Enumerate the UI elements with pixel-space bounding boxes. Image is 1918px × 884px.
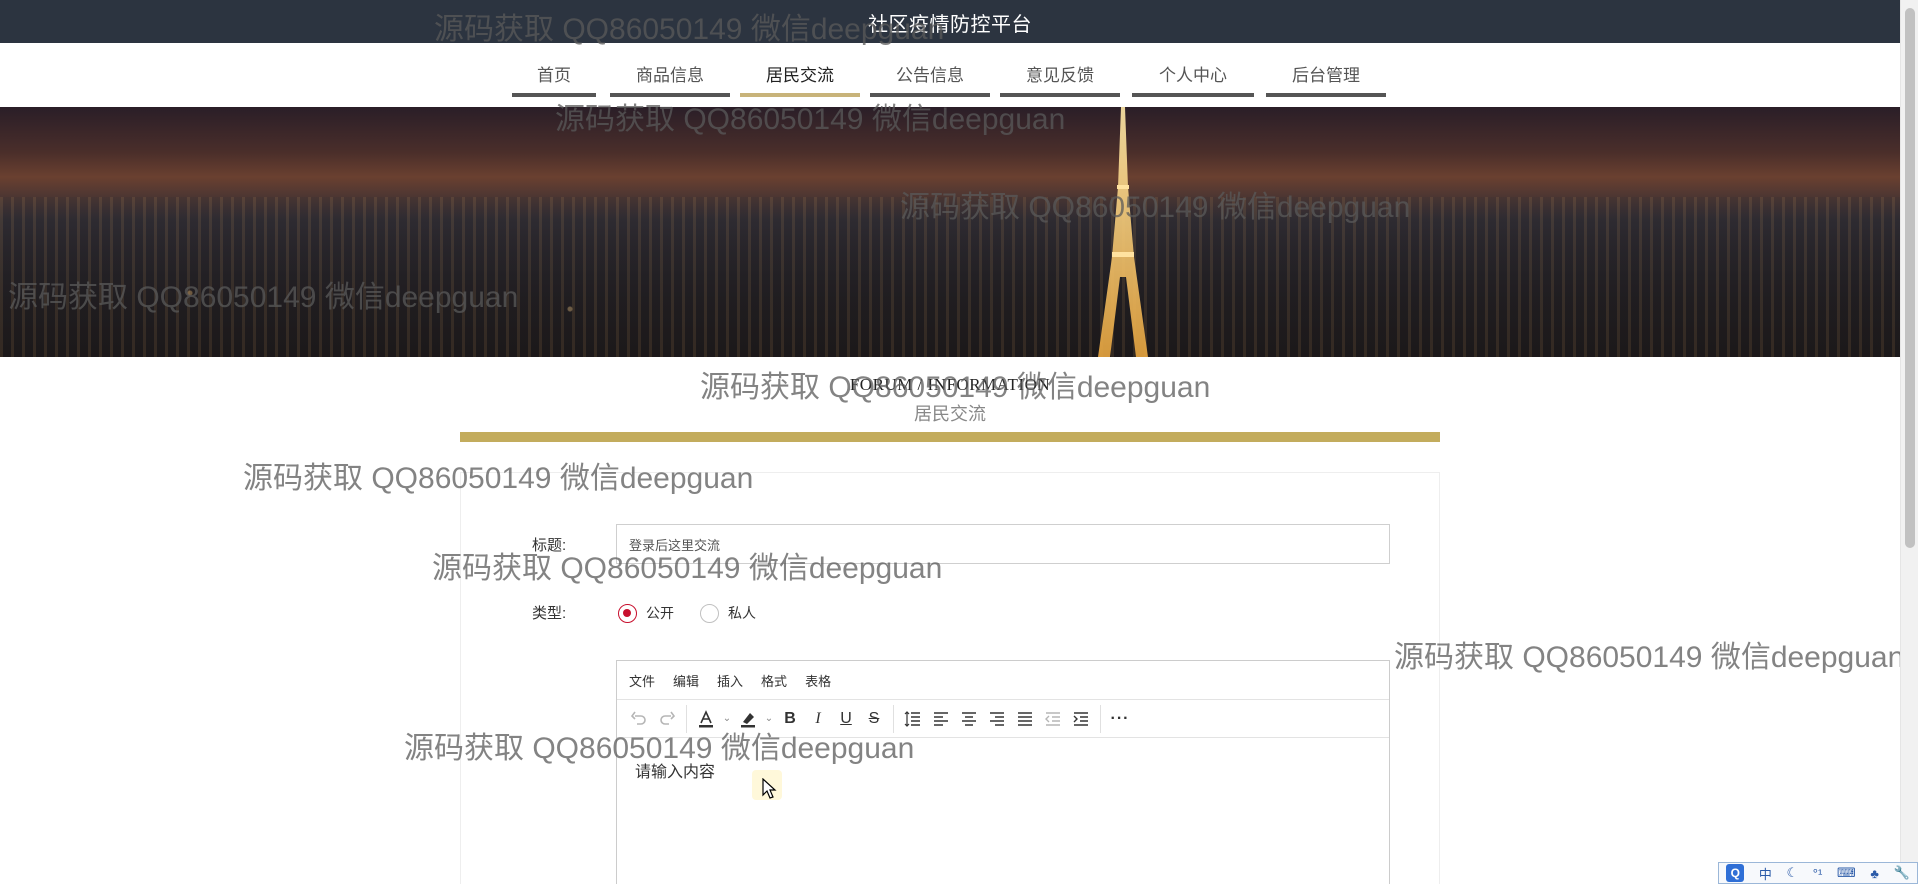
nav-item-profile[interactable]: 个人中心 [1132, 57, 1254, 97]
line-height-icon[interactable] [899, 705, 927, 733]
skin-icon[interactable]: ♣ [1870, 866, 1879, 881]
page-scrollbar[interactable] [1900, 0, 1918, 884]
nav-underline [512, 93, 596, 97]
align-justify-icon[interactable] [1011, 705, 1039, 733]
nav-underline [610, 93, 730, 97]
toolbar-separator [1100, 704, 1101, 733]
highlight-color-icon[interactable] [734, 705, 762, 733]
underline-icon[interactable]: U [832, 705, 860, 733]
editor-content[interactable]: 请输入内容 [617, 738, 1389, 802]
nav-label: 首页 [537, 66, 571, 85]
punctuation-icon[interactable]: °¹ [1813, 866, 1823, 881]
type-label: 类型: [532, 605, 567, 622]
nav-underline [870, 93, 990, 97]
banner-image [0, 107, 1900, 357]
banner-city-lights [0, 197, 1900, 357]
nav-label: 居民交流 [766, 66, 834, 85]
radio-label: 公开 [646, 605, 674, 621]
ime-toolbar[interactable]: Q 中 ☾ °¹ ⌨ ♣ 🔧 [1718, 862, 1918, 884]
radio-public[interactable]: 公开 [618, 603, 674, 623]
keyboard-icon[interactable]: ⌨ [1837, 865, 1856, 881]
ime-logo-icon[interactable]: Q [1726, 864, 1745, 882]
nav-underline [1132, 93, 1254, 97]
chevron-down-icon[interactable]: ⌄ [720, 713, 734, 724]
menu-file[interactable]: 文件 [629, 671, 655, 690]
nav-item-products[interactable]: 商品信息 [610, 57, 730, 97]
indent-icon[interactable] [1067, 705, 1095, 733]
nav-label: 个人中心 [1159, 66, 1227, 85]
title-label: 标题: [532, 537, 567, 554]
title-input-placeholder: 登录后这里交流 [629, 537, 721, 553]
chevron-down-icon[interactable]: ⌄ [762, 713, 776, 724]
italic-icon[interactable]: I [804, 705, 832, 733]
more-icon[interactable]: ··· [1106, 705, 1134, 733]
bold-icon[interactable]: B [776, 705, 804, 733]
moon-icon[interactable]: ☾ [1787, 865, 1799, 881]
mouse-cursor-icon [762, 778, 777, 799]
radio-circle [700, 603, 719, 623]
menu-edit[interactable]: 编辑 [673, 671, 699, 690]
menu-table[interactable]: 表格 [805, 671, 831, 690]
nav-item-home[interactable]: 首页 [512, 57, 596, 97]
watermark: 源码获取 QQ86050149 微信deepguan [1394, 641, 1905, 674]
radio-label: 私人 [728, 605, 756, 621]
nav-item-announcements[interactable]: 公告信息 [870, 57, 990, 97]
nav-label: 意见反馈 [1026, 66, 1094, 85]
site-title: 社区疫情防控平台 [868, 14, 1032, 36]
ime-language[interactable]: 中 [1759, 864, 1772, 883]
rich-text-editor: 文件 编辑 插入 格式 表格 ⌄ ⌄ B I U S ··· 请输入内容 [616, 660, 1390, 884]
nav-item-admin[interactable]: 后台管理 [1266, 57, 1386, 97]
nav-item-forum[interactable]: 居民交流 [740, 57, 860, 97]
section-title-cn: 居民交流 [914, 404, 986, 424]
nav-label: 后台管理 [1292, 66, 1360, 85]
tower-illustration [1098, 107, 1148, 357]
toolbar-separator [686, 704, 687, 733]
toolbar-separator [893, 704, 894, 733]
editor-toolbar: ⌄ ⌄ B I U S ··· [617, 700, 1389, 738]
menu-format[interactable]: 格式 [761, 671, 787, 690]
nav-label: 商品信息 [636, 66, 704, 85]
section-title-en: FORUM / INFORMATION [849, 375, 1051, 394]
radio-private[interactable]: 私人 [700, 603, 756, 623]
nav-item-feedback[interactable]: 意见反馈 [1000, 57, 1120, 97]
nav-label: 公告信息 [896, 66, 964, 85]
wrench-icon[interactable]: 🔧 [1893, 865, 1909, 881]
redo-icon[interactable] [653, 705, 681, 733]
undo-icon[interactable] [625, 705, 653, 733]
text-color-icon[interactable] [692, 705, 720, 733]
menu-insert[interactable]: 插入 [717, 671, 743, 690]
top-bar: 社区疫情防控平台 [0, 0, 1900, 43]
main-nav: 首页 商品信息 居民交流 公告信息 意见反馈 个人中心 后台管理 [0, 43, 1900, 107]
editor-placeholder: 请输入内容 [635, 764, 716, 781]
outdent-icon[interactable] [1039, 705, 1067, 733]
align-right-icon[interactable] [983, 705, 1011, 733]
nav-underline [740, 93, 860, 97]
align-left-icon[interactable] [927, 705, 955, 733]
strikethrough-icon[interactable]: S [860, 705, 888, 733]
radio-circle [618, 603, 637, 623]
editor-menubar: 文件 编辑 插入 格式 表格 [617, 661, 1389, 700]
scroll-thumb[interactable] [1905, 8, 1915, 548]
align-center-icon[interactable] [955, 705, 983, 733]
nav-underline [1266, 93, 1386, 97]
nav-underline [1000, 93, 1120, 97]
title-input[interactable]: 登录后这里交流 [616, 524, 1390, 564]
section-divider [460, 432, 1440, 442]
